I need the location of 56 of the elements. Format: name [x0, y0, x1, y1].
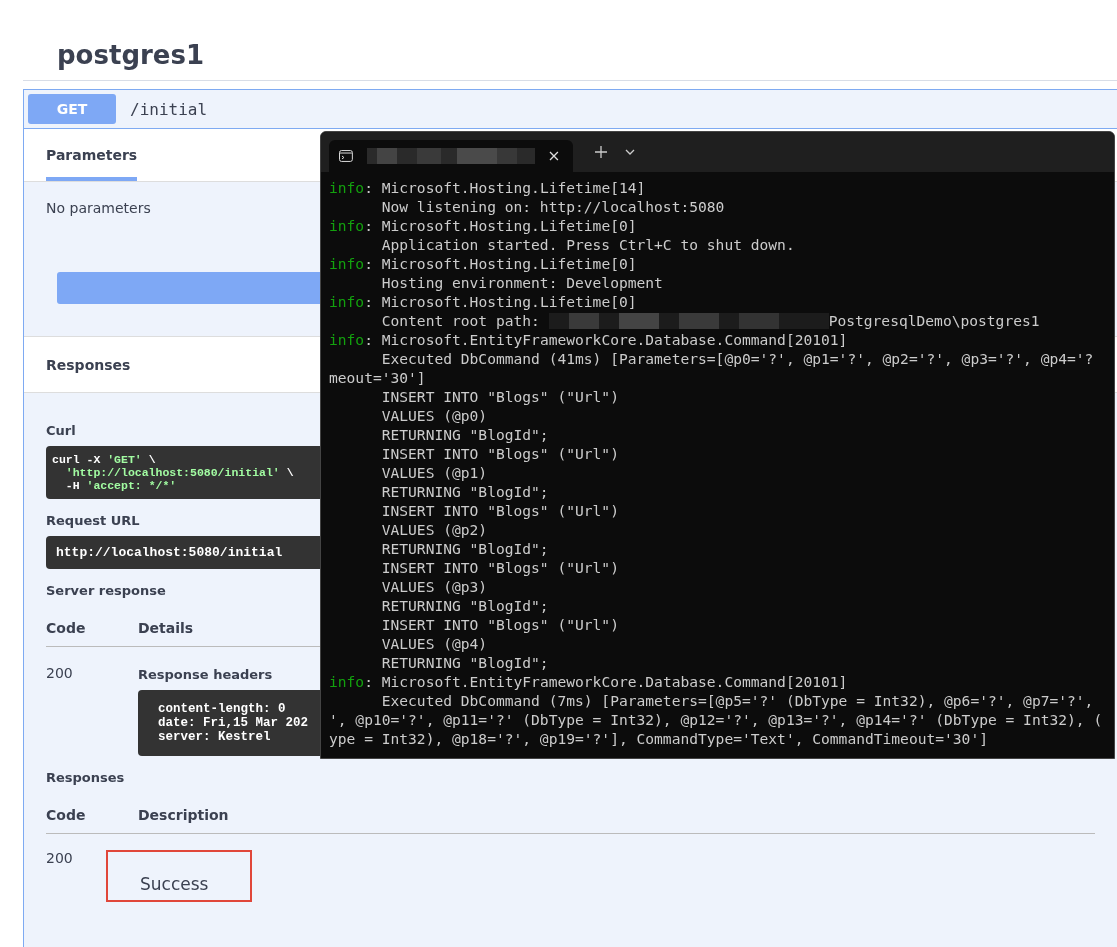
log-line: RETURNING "BlogId"; [380, 596, 549, 615]
endpoint-path: /initial [130, 99, 208, 119]
log-line: RETURNING "BlogId"; [380, 482, 549, 501]
close-icon[interactable] [549, 151, 559, 161]
log-line: INSERT INTO "Blogs" ("Url") [380, 387, 619, 406]
column-heading: Details [138, 620, 194, 636]
log-line: VALUES (@p3) [380, 577, 488, 596]
log-level: info [329, 216, 365, 235]
log-line: : Microsoft.Hosting.Lifetime[0] [364, 292, 637, 311]
log-line: PostgresqlDemo\postgres1 [828, 311, 1040, 330]
log-line: : Microsoft.Hosting.Lifetime[0] [364, 254, 637, 273]
log-line: : Microsoft.Hosting.Lifetime[0] [364, 216, 637, 235]
log-line: VALUES (@p2) [380, 520, 488, 539]
server-response-label: Server response [46, 583, 166, 598]
log-level: info [329, 254, 365, 273]
log-line: VALUES (@p4) [380, 634, 488, 653]
terminal-icon [339, 150, 353, 162]
log-line: Executed DbCommand (41ms) [Parameters=[@p0='?', @p1='?', @p2='?', @p3='?', @p4='? [380, 349, 1094, 368]
column-heading: Code [46, 620, 87, 636]
log-line: VALUES (@p1) [380, 463, 488, 482]
response-description: Success [106, 850, 253, 902]
status-code: 200 [46, 850, 74, 868]
no-parameters-text: No parameters [46, 200, 151, 216]
column-heading: Description [138, 807, 229, 823]
log-line: INSERT INTO "Blogs" ("Url") [380, 501, 619, 520]
log-line: INSERT INTO "Blogs" ("Url") [380, 444, 619, 463]
responses-heading: Responses [46, 357, 131, 373]
log-line: ype = Int32), @p18='?', @p19='?'], CommandType='Text', CommandTimeout='30'] [329, 729, 988, 748]
log-line: Executed DbCommand (7ms) [Parameters=[@p5='?' (DbType = Int32), @p6='?', @p7='?', [380, 691, 1094, 710]
status-code: 200 [46, 665, 74, 683]
log-line: meout='30'] [329, 368, 426, 387]
responses-label: Responses [46, 770, 125, 785]
log-line: Hosting environment: Development [380, 273, 663, 292]
log-line: RETURNING "BlogId"; [380, 653, 549, 672]
request-url-label: Request URL [46, 513, 140, 528]
log-level: info [329, 672, 365, 691]
log-level: info [329, 330, 365, 349]
response-headers-label: Response headers [138, 667, 273, 682]
log-line: Now listening on: http://localhost:5080 [380, 197, 725, 216]
log-level: info [329, 292, 365, 311]
dropdown-icon[interactable] [625, 149, 635, 155]
page-title: postgres1 [23, 0, 1117, 81]
log-line: Content root path: [380, 311, 541, 330]
parameters-tab[interactable]: Parameters [46, 129, 138, 181]
log-line: : Microsoft.EntityFrameworkCore.Database.Command[20101] [364, 672, 848, 691]
log-line: RETURNING "BlogId"; [380, 539, 549, 558]
log-line: Application started. Press Ctrl+C to shut down. [380, 235, 795, 254]
log-line: RETURNING "BlogId"; [380, 425, 549, 444]
log-level: info [329, 178, 365, 197]
column-heading: Code [46, 807, 87, 823]
log-line: VALUES (@p0) [380, 406, 488, 425]
new-tab-icon[interactable] [595, 146, 607, 158]
curl-label: Curl [46, 423, 76, 438]
log-line: INSERT INTO "Blogs" ("Url") [380, 615, 619, 634]
log-line: : Microsoft.Hosting.Lifetime[14] [364, 178, 646, 197]
log-line: : Microsoft.EntityFrameworkCore.Database.Command[20101] [364, 330, 848, 349]
